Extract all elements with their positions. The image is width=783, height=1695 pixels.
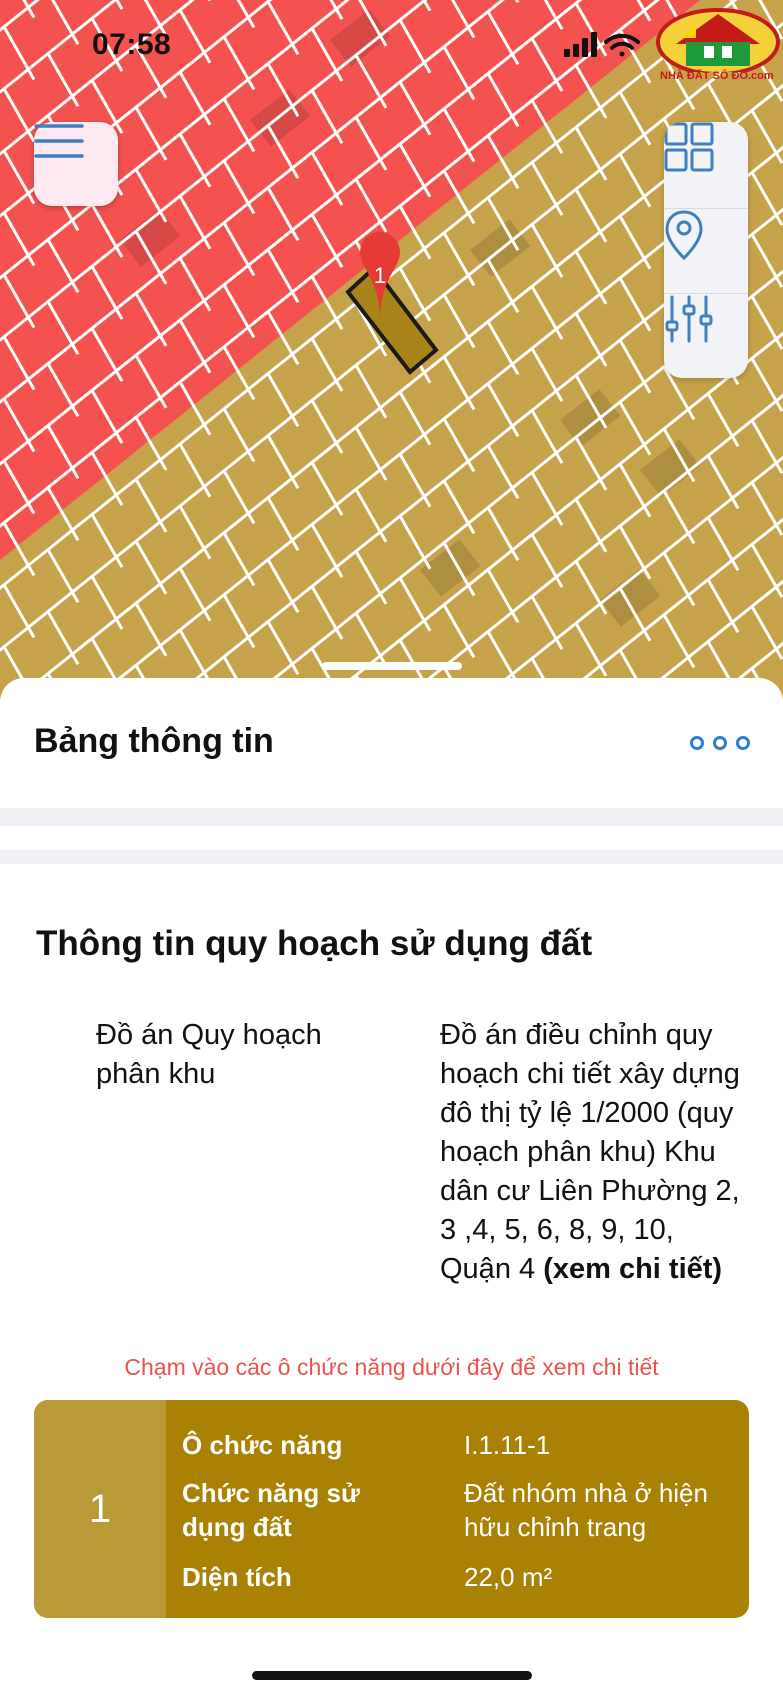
view-details-link[interactable]: (xem chi tiết)	[543, 1253, 722, 1285]
hint-text: Chạm vào các ô chức năng dưới đây để xem…	[124, 1354, 659, 1380]
home-indicator	[252, 1671, 532, 1680]
land-use-card[interactable]: 1 Ô chức năng I.1.11-1 Chức năng sử dụng…	[34, 1400, 749, 1618]
divider	[0, 850, 783, 864]
wifi-icon	[604, 33, 640, 57]
menu-button[interactable]	[34, 122, 118, 206]
card-label-function-cell: Ô chức năng	[182, 1430, 343, 1460]
divider	[0, 808, 783, 826]
more-options-button[interactable]	[690, 732, 750, 754]
marker-label: 1	[374, 263, 386, 288]
card-value-land-use: Đất nhóm nhà ở hiện hữu chỉnh trang	[464, 1478, 708, 1542]
section-title: Thông tin quy hoạch sử dụng đất	[36, 924, 593, 963]
more-dots-icon	[713, 736, 727, 750]
plan-label: Đồ án Quy hoạch phân khu	[96, 1019, 322, 1090]
card-value-area: 22,0 m²	[464, 1562, 553, 1592]
sheet-grabber[interactable]	[322, 662, 462, 670]
card-number: 1	[34, 1400, 166, 1618]
map-tool-stack	[664, 122, 748, 378]
status-time: 07:58	[92, 28, 172, 61]
more-dots-icon	[690, 736, 704, 750]
grid-layers-icon	[664, 122, 714, 172]
card-label-area: Diện tích	[182, 1562, 292, 1592]
plan-value: Đồ án điều chỉnh quy hoạch chi tiết xây …	[440, 1016, 750, 1289]
more-dots-icon	[736, 736, 750, 750]
card-value-function-cell: I.1.11-1	[464, 1430, 551, 1460]
locate-button[interactable]	[664, 208, 748, 293]
hamburger-icon	[34, 124, 84, 158]
filter-sliders-icon	[665, 295, 713, 343]
filter-button[interactable]	[664, 293, 748, 378]
brand-logo-text: NHÀ ĐẤT SỔ ĐỎ.com	[660, 70, 774, 82]
card-label-land-use: Chức năng sử dụng đất	[182, 1478, 360, 1542]
signal-icon	[564, 32, 597, 57]
layers-button[interactable]	[664, 122, 748, 206]
planning-map[interactable]: 1 07:58 NHÀ ĐẤT SỔ ĐỎ.com	[0, 0, 783, 700]
sheet-title: Bảng thông tin	[34, 722, 274, 760]
location-pin-icon	[665, 210, 703, 261]
plan-value-text: Đồ án điều chỉnh quy hoạch chi tiết xây …	[440, 1019, 740, 1285]
